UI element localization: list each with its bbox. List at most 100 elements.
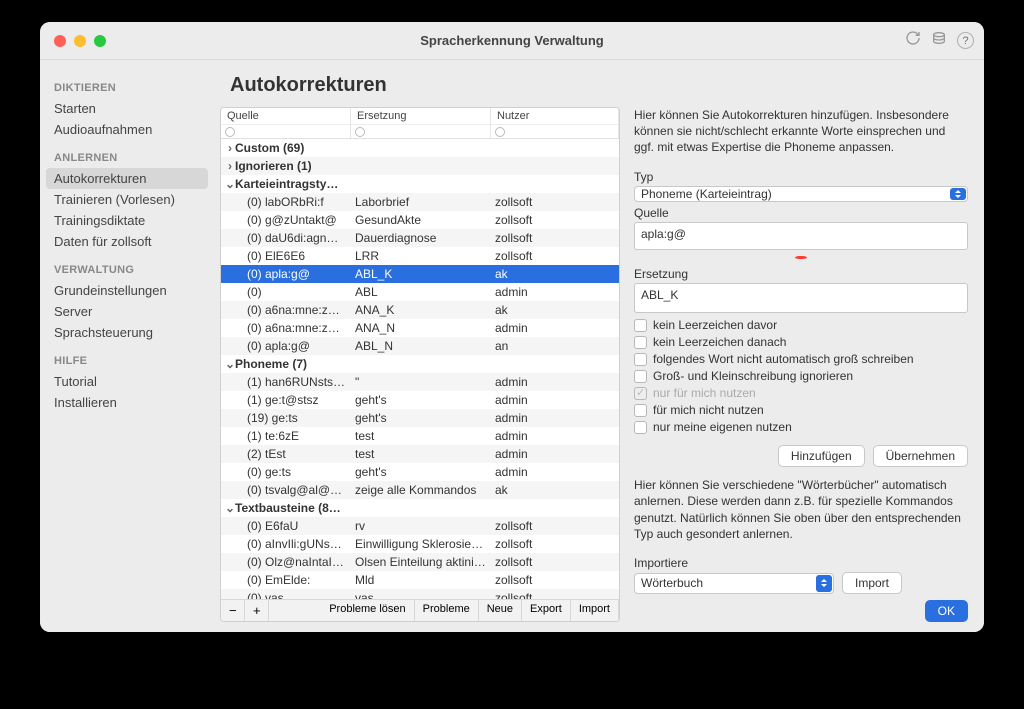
table-row[interactable]: (0) apla:g@ABL_Kak xyxy=(221,265,619,283)
quelle-input[interactable]: apla:g@ xyxy=(634,222,968,250)
window-title: Spracherkennung Verwaltung xyxy=(40,33,984,48)
checkbox[interactable] xyxy=(634,404,647,417)
table-row[interactable]: (0) aInvIli:gUNs…Einwilligung Sklerosier… xyxy=(221,535,619,553)
checkbox xyxy=(634,387,647,400)
main: Autokorrekturen Quelle Ersetzung Nutzer … xyxy=(214,60,984,632)
chevron-updown-icon xyxy=(950,188,966,200)
table-row[interactable]: (0) a6na:mne:z…ANA_Kak xyxy=(221,301,619,319)
new-button[interactable]: Neue xyxy=(479,600,522,621)
checkbox[interactable] xyxy=(634,336,647,349)
quelle-label: Quelle xyxy=(634,206,968,220)
dict-import-button[interactable]: Import xyxy=(842,572,902,594)
search-input[interactable] xyxy=(221,124,350,138)
corrections-table: Quelle Ersetzung Nutzer › Custom (69)› I… xyxy=(220,107,620,622)
intro-text: Hier können Sie Autokorrekturen hinzufüg… xyxy=(634,107,968,156)
table-group[interactable]: › Custom (69) xyxy=(221,139,619,157)
table-row[interactable]: (0) vasvaszollsoft xyxy=(221,589,619,599)
table-row[interactable]: (2) tEsttestadmin xyxy=(221,445,619,463)
importiere-select[interactable]: Wörterbuch xyxy=(634,573,834,594)
help-icon[interactable]: ? xyxy=(957,32,974,49)
table-row[interactable]: (19) ge:tsgeht'sadmin xyxy=(221,409,619,427)
ersetzung-label: Ersetzung xyxy=(634,267,968,281)
checkbox-label: Groß- und Kleinschreibung ignorieren xyxy=(653,369,853,383)
typ-select[interactable]: Phoneme (Karteieintrag) xyxy=(634,186,968,202)
col-nutzer[interactable]: Nutzer xyxy=(491,108,619,138)
col-ersetzung[interactable]: Ersetzung xyxy=(351,108,491,138)
checkbox-row[interactable]: kein Leerzeichen danach xyxy=(634,335,968,349)
traffic-lights xyxy=(40,35,106,47)
sidebar-group: DIKTIEREN xyxy=(40,70,214,98)
table-row[interactable]: (0) ge:tsgeht'sadmin xyxy=(221,463,619,481)
checkbox-row[interactable]: für mich nicht nutzen xyxy=(634,403,968,417)
table-row[interactable]: (0) apla:g@ABL_Nan xyxy=(221,337,619,355)
checkbox[interactable] xyxy=(634,319,647,332)
checkbox-row: nur für mich nutzen xyxy=(634,386,968,400)
minimize-icon[interactable] xyxy=(74,35,86,47)
fix-problems-button[interactable]: Probleme lösen xyxy=(321,600,414,621)
table-row[interactable]: (1) te:6zEtestadmin xyxy=(221,427,619,445)
checkbox-row[interactable]: Groß- und Kleinschreibung ignorieren xyxy=(634,369,968,383)
ersetzung-input[interactable]: ABL_K xyxy=(634,283,968,313)
checkbox[interactable] xyxy=(634,370,647,383)
table-row[interactable]: (0) Olz@naIntaI…Olsen Einteilung aktinis… xyxy=(221,553,619,571)
table-row[interactable]: (0) daU6di:agn…Dauerdiagnosezollsoft xyxy=(221,229,619,247)
table-row[interactable]: (0) ElE6E6LRRzollsoft xyxy=(221,247,619,265)
sidebar-item[interactable]: Server xyxy=(40,301,214,322)
sidebar-item[interactable]: Starten xyxy=(40,98,214,119)
problems-button[interactable]: Probleme xyxy=(415,600,479,621)
search-input[interactable] xyxy=(491,124,618,138)
titlebar: Spracherkennung Verwaltung ? xyxy=(40,22,984,60)
checkbox-row[interactable]: nur meine eigenen nutzen xyxy=(634,420,968,434)
ok-button[interactable]: OK xyxy=(925,600,968,622)
sidebar-item[interactable]: Trainingsdiktate xyxy=(40,210,214,231)
table-row[interactable]: (1) han6RUNsts…"admin xyxy=(221,373,619,391)
window: Spracherkennung Verwaltung ? DIKTIERENSt… xyxy=(40,22,984,632)
sidebar-item[interactable]: Autokorrekturen xyxy=(46,168,208,189)
table-group[interactable]: › Ignorieren (1) xyxy=(221,157,619,175)
table-footer: − + Probleme lösen Probleme Neue Export … xyxy=(221,599,619,621)
apply-button[interactable]: Übernehmen xyxy=(873,445,968,467)
sidebar-group: ANLERNEN xyxy=(40,140,214,168)
table-row[interactable]: (0)ABLadmin xyxy=(221,283,619,301)
checkbox-row[interactable]: folgendes Wort nicht automatisch groß sc… xyxy=(634,352,968,366)
col-quelle[interactable]: Quelle xyxy=(221,108,351,138)
table-row[interactable]: (1) ge:t@stszgeht'sadmin xyxy=(221,391,619,409)
importiere-label: Importiere xyxy=(634,556,968,570)
sidebar-item[interactable]: Trainieren (Vorlesen) xyxy=(40,189,214,210)
table-body: › Custom (69)› Ignorieren (1)⌄ Karteiein… xyxy=(221,139,619,599)
table-header: Quelle Ersetzung Nutzer xyxy=(221,108,619,139)
sidebar-item[interactable]: Audioaufnahmen xyxy=(40,119,214,140)
sidebar-item[interactable]: Grundeinstellungen xyxy=(40,280,214,301)
sidebar-item[interactable]: Daten für zollsoft xyxy=(40,231,214,252)
sidebar-item[interactable]: Sprachsteuerung xyxy=(40,322,214,343)
table-group[interactable]: ⌄ Textbausteine (8… xyxy=(221,499,619,517)
table-row[interactable]: (0) EmElde:Mldzollsoft xyxy=(221,571,619,589)
table-row[interactable]: (0) a6na:mne:z…ANA_Nadmin xyxy=(221,319,619,337)
table-group[interactable]: ⌄ Phoneme (7) xyxy=(221,355,619,373)
close-icon[interactable] xyxy=(54,35,66,47)
stack-icon[interactable] xyxy=(931,30,947,51)
table-row[interactable]: (0) labORbRi:fLaborbriefzollsoft xyxy=(221,193,619,211)
record-icon[interactable] xyxy=(795,256,807,260)
checkbox-label: nur meine eigenen nutzen xyxy=(653,420,792,434)
add-button[interactable]: Hinzufügen xyxy=(778,445,865,467)
checkbox-label: kein Leerzeichen davor xyxy=(653,318,777,332)
checkbox-row[interactable]: kein Leerzeichen davor xyxy=(634,318,968,332)
sync-icon[interactable] xyxy=(905,30,921,51)
checkbox[interactable] xyxy=(634,421,647,434)
table-group[interactable]: ⌄ Karteieintragsty… xyxy=(221,175,619,193)
import-button[interactable]: Import xyxy=(571,600,619,621)
table-row[interactable]: (0) g@zUntakt@GesundAktezollsoft xyxy=(221,211,619,229)
table-row[interactable]: (0) E6faUrvzollsoft xyxy=(221,517,619,535)
remove-button[interactable]: − xyxy=(221,600,245,621)
sidebar-item[interactable]: Tutorial xyxy=(40,371,214,392)
detail-panel: Hier können Sie Autokorrekturen hinzufüg… xyxy=(634,107,968,622)
dict-intro: Hier können Sie verschiedene "Wörterbüch… xyxy=(634,477,968,542)
sidebar-item[interactable]: Installieren xyxy=(40,392,214,413)
checkbox[interactable] xyxy=(634,353,647,366)
table-row[interactable]: (0) tsvalg@al@…zeige alle Kommandosak xyxy=(221,481,619,499)
add-button[interactable]: + xyxy=(245,600,269,621)
search-input[interactable] xyxy=(351,124,490,138)
export-button[interactable]: Export xyxy=(522,600,571,621)
maximize-icon[interactable] xyxy=(94,35,106,47)
